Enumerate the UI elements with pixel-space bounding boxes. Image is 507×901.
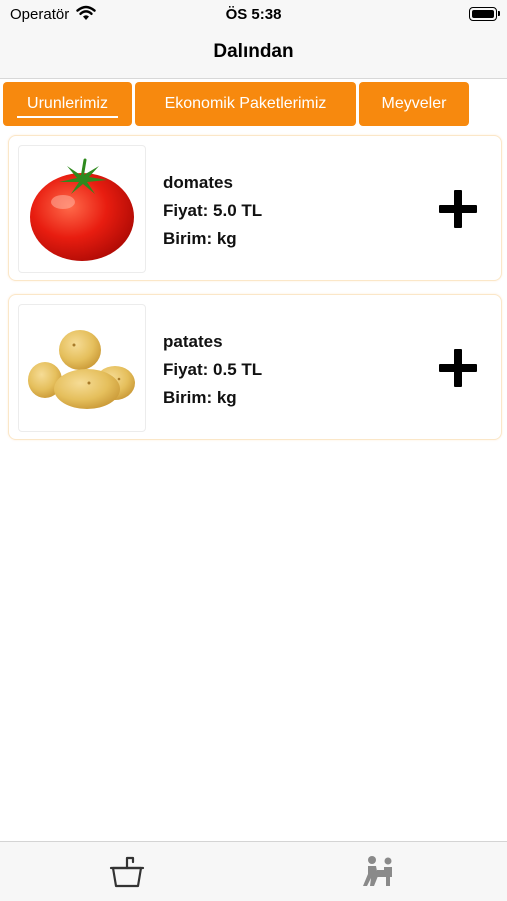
tab-label: Ekonomik Paketlerimiz <box>164 95 327 112</box>
product-info: domates Fiyat: 5.0 TL Birim: kg <box>163 169 262 253</box>
tab-bar-item-delivery[interactable] <box>360 852 400 892</box>
product-card[interactable]: domates Fiyat: 5.0 TL Birim: kg <box>8 135 502 281</box>
product-price: Fiyat: 0.5 TL <box>163 360 263 379</box>
status-bar: Operatör ÖS 5:38 <box>0 0 507 30</box>
add-to-cart-button[interactable] <box>439 349 477 387</box>
product-price: Fiyat: 5.0 TL <box>163 201 263 220</box>
basket-icon <box>109 856 145 888</box>
page-title: Dalından <box>213 41 294 62</box>
product-info: patates Fiyat: 0.5 TL Birim: kg <box>163 328 262 412</box>
tab-urunlerimiz[interactable]: Urunlerimiz <box>3 82 132 126</box>
delivery-person-icon <box>363 856 392 886</box>
tab-bar-item-basket[interactable] <box>107 852 147 892</box>
status-time: ÖS 5:38 <box>225 6 282 23</box>
potato-image <box>18 304 146 432</box>
tab-label: Urunlerimiz <box>27 95 108 112</box>
add-to-cart-button[interactable] <box>439 190 477 228</box>
product-unit: Birim: kg <box>163 229 237 248</box>
product-name: domates <box>163 173 233 192</box>
tab-label: Meyveler <box>381 95 447 112</box>
tab-meyveler[interactable]: Meyveler <box>359 82 469 126</box>
tab-ekonomik-paketlerimiz[interactable]: Ekonomik Paketlerimiz <box>135 82 356 126</box>
product-name: patates <box>163 332 223 351</box>
product-card[interactable]: patates Fiyat: 0.5 TL Birim: kg <box>8 294 502 440</box>
navigation-bar: Dalından <box>0 30 507 79</box>
product-unit: Birim: kg <box>163 388 237 407</box>
tab-selected-indicator <box>17 116 118 118</box>
tomato-image <box>18 145 146 273</box>
battery-icon <box>469 7 500 21</box>
bottom-tab-bar <box>0 841 507 901</box>
